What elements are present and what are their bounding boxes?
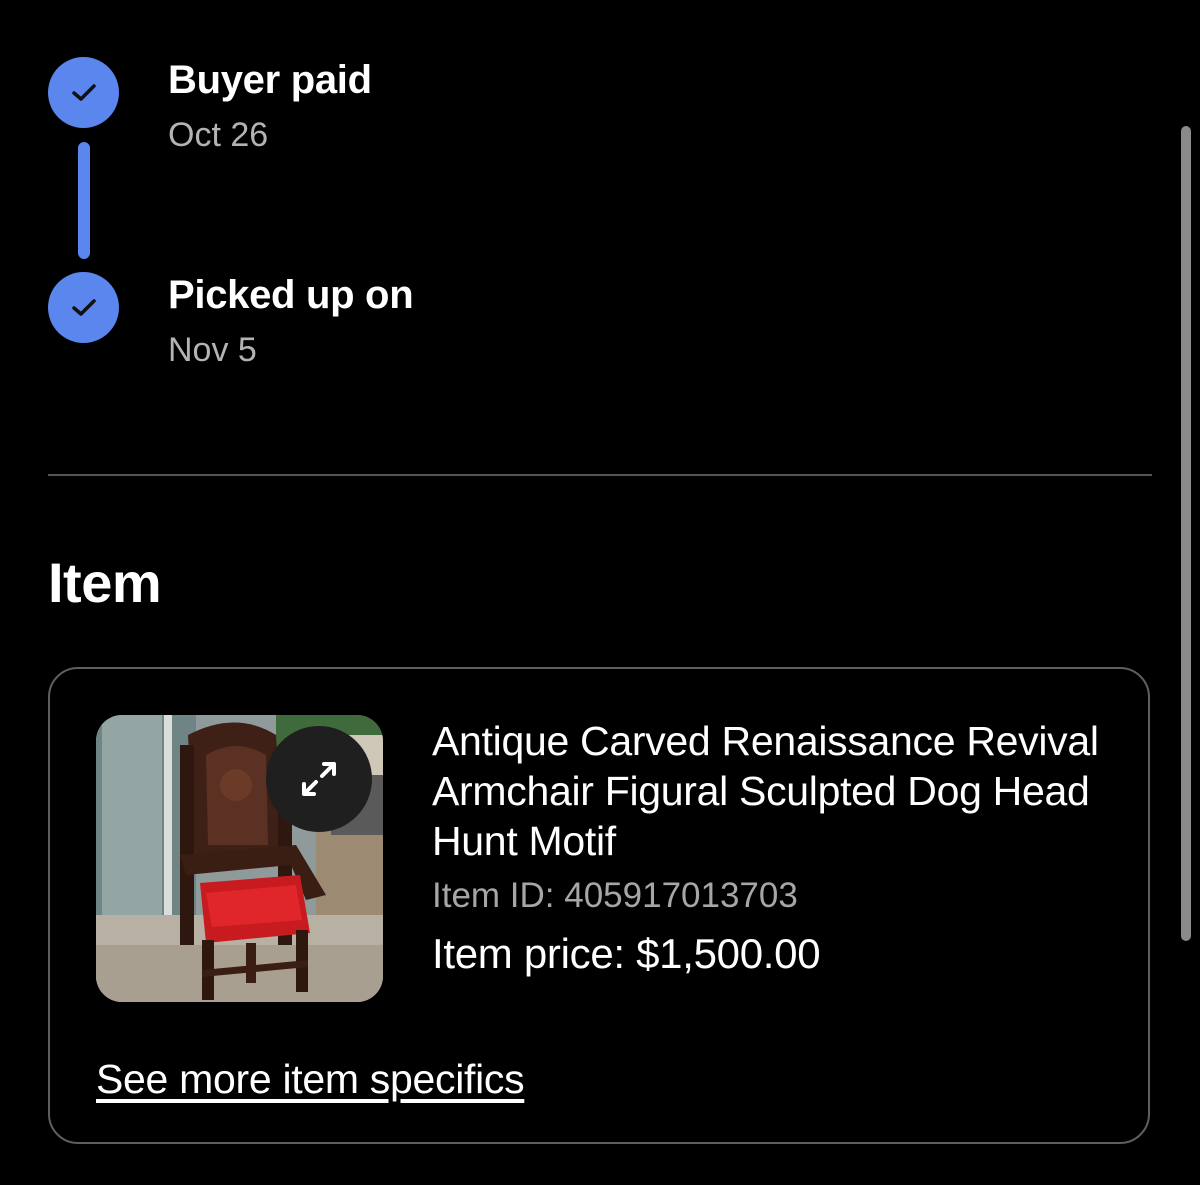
- expand-icon: [302, 762, 336, 796]
- step-date: Oct 26: [168, 116, 269, 154]
- item-id: Item ID: 405917013703: [432, 876, 798, 915]
- step-complete-check-icon: [48, 272, 119, 343]
- expand-image-button[interactable]: [266, 726, 372, 832]
- step-title: Picked up on: [168, 273, 414, 317]
- scrollbar[interactable]: [1181, 126, 1191, 941]
- step-date: Nov 5: [168, 331, 257, 369]
- timeline-connector: [78, 142, 90, 259]
- item-title[interactable]: Antique Carved Renaissance Revival Armch…: [432, 716, 1132, 866]
- step-title: Buyer paid: [168, 58, 372, 102]
- item-section-heading: Item: [48, 551, 162, 614]
- item-price: Item price: $1,500.00: [432, 930, 821, 977]
- step-complete-check-icon: [48, 57, 119, 128]
- check-icon: [71, 83, 96, 101]
- see-more-item-specifics-link[interactable]: See more item specifics: [96, 1056, 525, 1103]
- check-icon: [71, 298, 96, 316]
- section-divider: [48, 474, 1152, 476]
